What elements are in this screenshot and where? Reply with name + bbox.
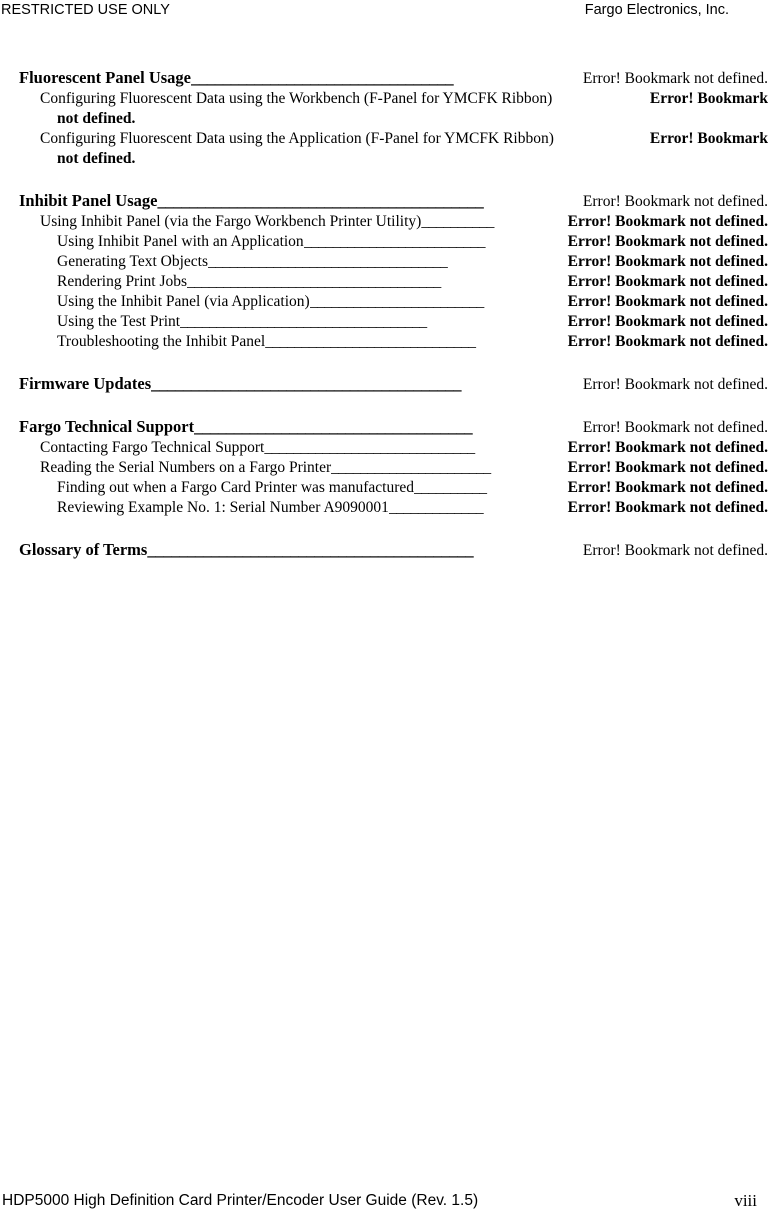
toc-entry-page-reference: Error! Bookmark not defined. (567, 233, 768, 250)
toc-entry-page-reference: Error! Bookmark not defined. (567, 253, 768, 270)
toc-entry-page-reference-wrap: not defined. (57, 150, 136, 167)
toc-entry-title: Using Inhibit Panel (via the Fargo Workb… (40, 213, 422, 230)
toc-entry-title: Glossary of Terms (19, 540, 148, 559)
toc-entry-level-3[interactable]: Using Inhibit Panel with an Application _… (0, 232, 768, 252)
toc-entry-title: Firmware Updates (19, 374, 152, 393)
toc-entry-level-2[interactable]: Configuring Fluorescent Data using the W… (0, 89, 768, 109)
toc-entry-title: Using the Inhibit Panel (via Application… (57, 293, 310, 310)
toc-entry-title: Using Inhibit Panel with an Application (57, 233, 304, 250)
toc-entry-page-reference-wrap: not defined. (57, 110, 136, 127)
toc-entry-level-2[interactable]: Reading the Serial Numbers on a Fargo Pr… (0, 458, 768, 478)
toc-section-spacer (0, 169, 768, 180)
toc-entry-level-1[interactable]: Fargo Technical Support ________________… (0, 417, 768, 438)
toc-entry-title: Rendering Print Jobs (57, 273, 188, 290)
toc-section-spacer (0, 395, 768, 406)
toc-entry-title: Reviewing Example No. 1: Serial Number A… (57, 499, 389, 516)
toc-entry-leader: __________________________________ (180, 313, 427, 330)
toc-section-spacer (0, 352, 768, 363)
toc-entry-title: Configuring Fluorescent Data using the W… (40, 90, 553, 107)
toc-entry-level-3[interactable]: Using the Inhibit Panel (via Application… (0, 292, 768, 312)
toc-entry-leader: __________ (414, 479, 487, 496)
toc-entry-page-reference: Error! Bookmark not defined. (567, 459, 768, 476)
header-company-name: Fargo Electronics, Inc. (584, 2, 729, 18)
toc-entry-page-reference: Error! Bookmark not defined. (582, 542, 768, 559)
toc-entry-leader: ___________________________________ (194, 417, 473, 436)
toc-entry-leader: ________________________________________… (147, 540, 474, 559)
toc-entry-page-reference: Error! Bookmark not defined. (567, 333, 768, 350)
toc-entry-level-1[interactable]: Glossary of Terms _______________________… (0, 540, 768, 561)
toc-entry-page-reference: Error! Bookmark not defined. (567, 213, 768, 230)
toc-entry-page-reference: Error! Bookmark (649, 130, 768, 147)
toc-entry-leader: ________________________________________… (157, 191, 484, 210)
page-footer: HDP5000 High Definition Card Printer/Enc… (0, 1189, 768, 1219)
table-of-contents: Fluorescent Panel Usage ________________… (0, 57, 768, 561)
toc-entry-page-reference: Error! Bookmark not defined. (567, 439, 768, 456)
toc-entry-title: Finding out when a Fargo Card Printer wa… (57, 479, 414, 496)
toc-entry-leader: ________________________ (309, 293, 484, 310)
toc-entry-level-3[interactable]: Using the Test Print ___________________… (0, 312, 768, 332)
toc-entry-level-3[interactable]: Rendering Print Jobs ____________________… (0, 272, 768, 292)
toc-entry-title: Fargo Technical Support (19, 417, 195, 436)
toc-entry-leader: ______________________ (331, 459, 491, 476)
toc-entry-page-reference: Error! Bookmark not defined. (567, 313, 768, 330)
toc-entry-level-3[interactable]: Reviewing Example No. 1: Serial Number A… (0, 498, 768, 518)
toc-entry-title: Inhibit Panel Usage (19, 191, 158, 210)
toc-entry-level-3[interactable]: Troubleshooting the Inhibit Panel ______… (0, 332, 768, 352)
toc-entry-leader: ___________________________________ (187, 273, 441, 290)
page-header: RESTRICTED USE ONLY Fargo Electronics, I… (0, 0, 768, 22)
toc-entry-page-reference: Error! Bookmark not defined. (567, 273, 768, 290)
footer-document-title: HDP5000 High Definition Card Printer/Enc… (2, 1192, 479, 1209)
toc-entry-page-reference: Error! Bookmark not defined. (567, 293, 768, 310)
toc-entry-level-1[interactable]: Firmware Updates _______________________… (0, 374, 768, 395)
toc-entry-leader: _________________________________ (208, 253, 448, 270)
toc-entry-title: Using the Test Print (57, 313, 181, 330)
toc-entry-level-2[interactable]: Using Inhibit Panel (via the Fargo Workb… (0, 212, 768, 232)
toc-entry-page-reference: Error! Bookmark not defined. (582, 193, 768, 210)
toc-entry-leader: _________________________________ (191, 68, 454, 87)
toc-entry-page-reference: Error! Bookmark not defined. (582, 376, 768, 393)
toc-entry-page-reference: Error! Bookmark not defined. (582, 70, 768, 87)
toc-entry-level-1[interactable]: Inhibit Panel Usage ____________________… (0, 191, 768, 212)
toc-entry-page-reference: Error! Bookmark not defined. (567, 499, 768, 516)
toc-entry-title: Contacting Fargo Technical Support (40, 439, 265, 456)
toc-entry-level-1[interactable]: Fluorescent Panel Usage ________________… (0, 68, 768, 89)
toc-entry-level-2[interactable]: Configuring Fluorescent Data using the A… (0, 129, 768, 149)
toc-entry-title: Generating Text Objects (57, 253, 208, 270)
header-restricted-use-notice: RESTRICTED USE ONLY (1, 2, 170, 18)
toc-section-spacer (0, 518, 768, 529)
toc-entry-leader: _________________________ (303, 233, 486, 250)
toc-entry-title: Troubleshooting the Inhibit Panel (57, 333, 266, 350)
toc-entry-page-reference: Error! Bookmark (649, 90, 768, 107)
toc-entry-page-reference: Error! Bookmark not defined. (567, 479, 768, 496)
toc-entry-leader: _____________________________ (265, 333, 476, 350)
toc-entry-leader: _____________ (388, 499, 484, 516)
footer-page-number: viii (734, 1191, 757, 1210)
toc-entry-page-reference: Error! Bookmark not defined. (582, 419, 768, 436)
toc-entry-level-3[interactable]: Finding out when a Fargo Card Printer wa… (0, 478, 768, 498)
toc-entry-level-3[interactable]: Generating Text Objects ________________… (0, 252, 768, 272)
toc-entry-level-2[interactable]: Contacting Fargo Technical Support ______… (0, 438, 768, 458)
toc-entry-title: Fluorescent Panel Usage (19, 68, 192, 87)
toc-entry-leader: _____________________________ (264, 439, 475, 456)
toc-entry-leader: _______________________________________ (151, 374, 462, 393)
toc-entry-title: Configuring Fluorescent Data using the A… (40, 130, 554, 147)
toc-entry-title: Reading the Serial Numbers on a Fargo Pr… (40, 459, 332, 476)
toc-entry-leader: __________ (421, 213, 494, 230)
